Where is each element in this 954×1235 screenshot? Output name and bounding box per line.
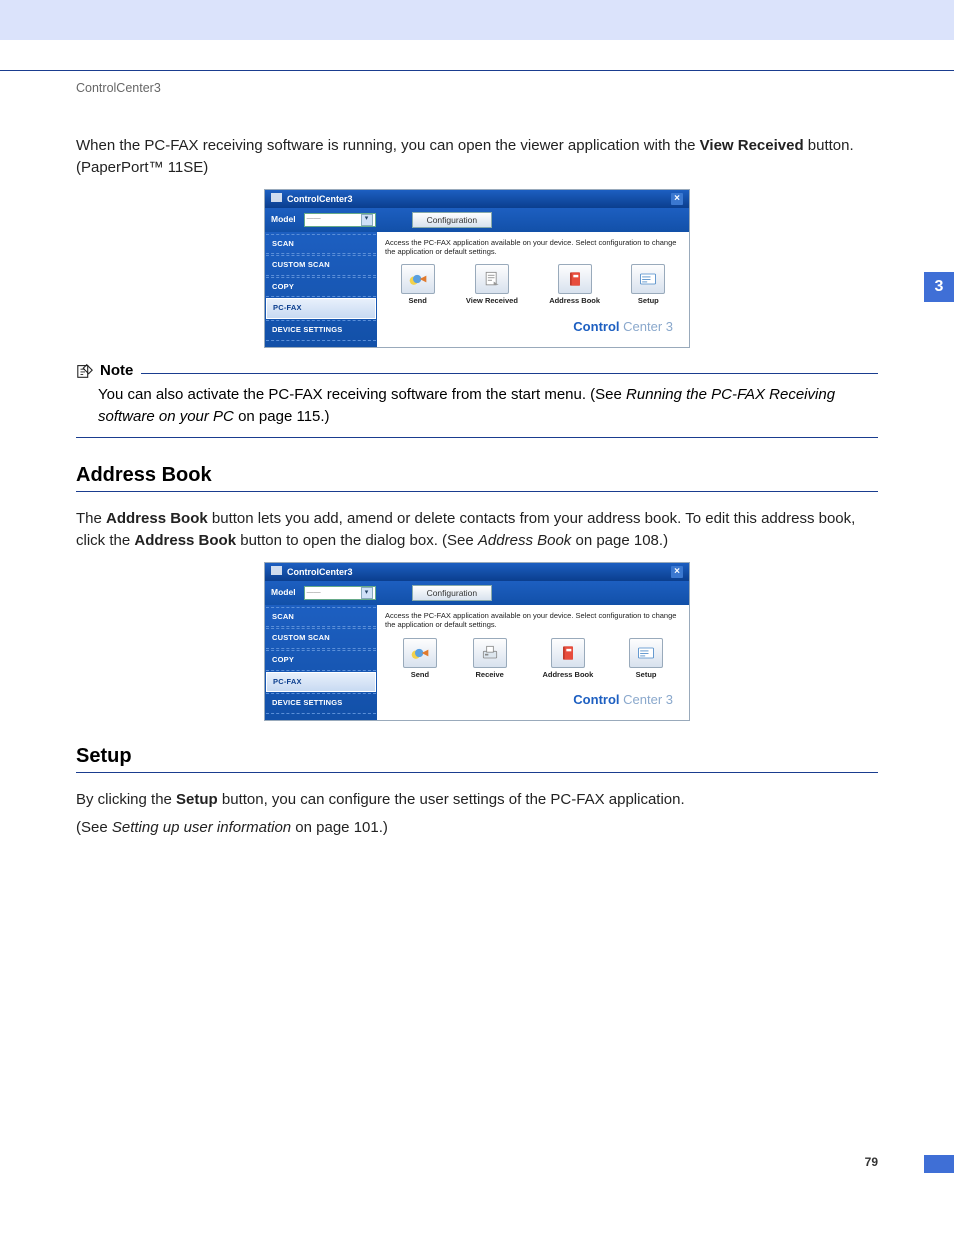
ab-t4: on page 108.) [571,532,668,549]
chevron-down-icon: ▾ [361,587,373,599]
note-title-text: Note [100,362,133,379]
intro-bold: View Received [700,137,804,154]
top-band [0,0,954,40]
sidebar-item-device-settings[interactable]: DEVICE SETTINGS [266,693,376,714]
ab-t3: button to open the dialog box. (See [236,532,478,549]
setup-paragraph-1: By clicking the Setup button, you can co… [76,789,878,811]
cc-titlebar: ControlCenter3 × [265,190,689,208]
setup-t3: (See [76,819,112,836]
chapter-tab: 3 [924,272,954,302]
setup-t1: By clicking the [76,791,176,808]
card-icon [638,270,658,288]
cc-brand: Control Center 3 [385,314,681,343]
setup-t4: on page 101.) [291,819,388,836]
cc-description-2: Access the PC-FAX application available … [385,611,681,630]
setup-t2: button, you can configure the user setti… [218,791,685,808]
send-label-2: Send [411,671,429,680]
sidebar-item-pcfax[interactable]: PC-FAX [266,672,376,693]
address-book-button-2[interactable] [551,638,585,668]
model-select-2[interactable]: ——▾ [304,586,376,600]
page-number: 79 [865,1155,878,1169]
sidebar-item-custom-scan[interactable]: CUSTOM SCAN [266,255,376,276]
screenshot-window-2: ControlCenter3 × Model ——▾ Configuration… [264,562,690,721]
view-received-label: View Received [466,297,518,306]
model-label: Model [271,215,296,225]
configuration-button-2[interactable]: Configuration [412,585,493,601]
send-icon [410,644,430,662]
brand-light-2: Center 3 [620,692,673,707]
address-book-paragraph: The Address Book button lets you add, am… [76,508,878,552]
cc-titlebar-2: ControlCenter3 × [265,563,689,581]
cc-sidebar-2: SCAN CUSTOM SCAN COPY PC-FAX DEVICE SETT… [265,605,377,720]
address-book-heading: Address Book [76,464,878,492]
ab-b2: Address Book [134,532,236,549]
setup-b1: Setup [176,791,218,808]
address-book-button[interactable] [558,264,592,294]
cc-toolbar-2: Model ——▾ Configuration [265,581,689,605]
ab-b1: Address Book [106,510,208,527]
brand-bold-2: Control [573,692,619,707]
book-icon [565,270,585,288]
sidebar-item-custom-scan[interactable]: CUSTOM SCAN [266,628,376,649]
address-book-label-2: Address Book [542,671,593,680]
send-button-2[interactable] [403,638,437,668]
book-icon [558,644,578,662]
send-label: Send [408,297,426,306]
view-received-button[interactable] [475,264,509,294]
note-text-2: on page 115.) [234,408,330,425]
setup-label: Setup [638,297,659,306]
cc-brand-2: Control Center 3 [385,687,681,716]
window-icon [271,193,282,202]
window-icon [271,566,282,575]
ab-i1: Address Book [478,532,571,549]
sidebar-item-pcfax[interactable]: PC-FAX [266,298,376,319]
configuration-button[interactable]: Configuration [412,212,493,228]
brand-bold: Control [573,319,619,334]
sidebar-item-scan[interactable]: SCAN [266,607,376,628]
brand-light: Center 3 [620,319,673,334]
note-pencil-icon [76,362,94,380]
receive-label: Receive [475,671,503,680]
cc-toolbar: Model ——▾ Configuration [265,208,689,232]
cc-description: Access the PC-FAX application available … [385,238,681,257]
screenshot-window-1: ControlCenter3 × Model ——▾ Configuration… [264,189,690,348]
receive-button[interactable] [473,638,507,668]
setup-button[interactable] [631,264,665,294]
close-icon[interactable]: × [671,193,683,205]
setup-i1: Setting up user information [112,819,291,836]
send-icon [408,270,428,288]
setup-button-2[interactable] [629,638,663,668]
send-button[interactable] [401,264,435,294]
sidebar-item-copy[interactable]: COPY [266,650,376,671]
setup-heading: Setup [76,745,878,773]
card-icon [636,644,656,662]
setup-paragraph-2: (See Setting up user information on page… [76,817,878,839]
ab-t1: The [76,510,106,527]
running-header: ControlCenter3 [76,71,878,135]
sidebar-item-copy[interactable]: COPY [266,277,376,298]
intro-text-1: When the PC-FAX receiving software is ru… [76,137,700,154]
fax-icon [480,644,500,662]
close-icon[interactable]: × [671,566,683,578]
note-text-1: You can also activate the PC-FAX receivi… [98,386,626,403]
setup-label-2: Setup [636,671,657,680]
cc-title: ControlCenter3 [287,194,353,204]
sidebar-item-scan[interactable]: SCAN [266,234,376,255]
note-block: Note You can also activate the PC-FAX re… [76,362,878,439]
page-number-tab [924,1155,954,1173]
note-body: You can also activate the PC-FAX receivi… [76,380,878,434]
sidebar-item-device-settings[interactable]: DEVICE SETTINGS [266,320,376,341]
document-icon [482,270,502,288]
cc-title-2: ControlCenter3 [287,567,353,577]
model-label-2: Model [271,588,296,598]
chevron-down-icon: ▾ [361,214,373,226]
cc-sidebar: SCAN CUSTOM SCAN COPY PC-FAX DEVICE SETT… [265,232,377,347]
intro-paragraph: When the PC-FAX receiving software is ru… [76,135,878,179]
model-select[interactable]: ——▾ [304,213,376,227]
address-book-label: Address Book [549,297,600,306]
